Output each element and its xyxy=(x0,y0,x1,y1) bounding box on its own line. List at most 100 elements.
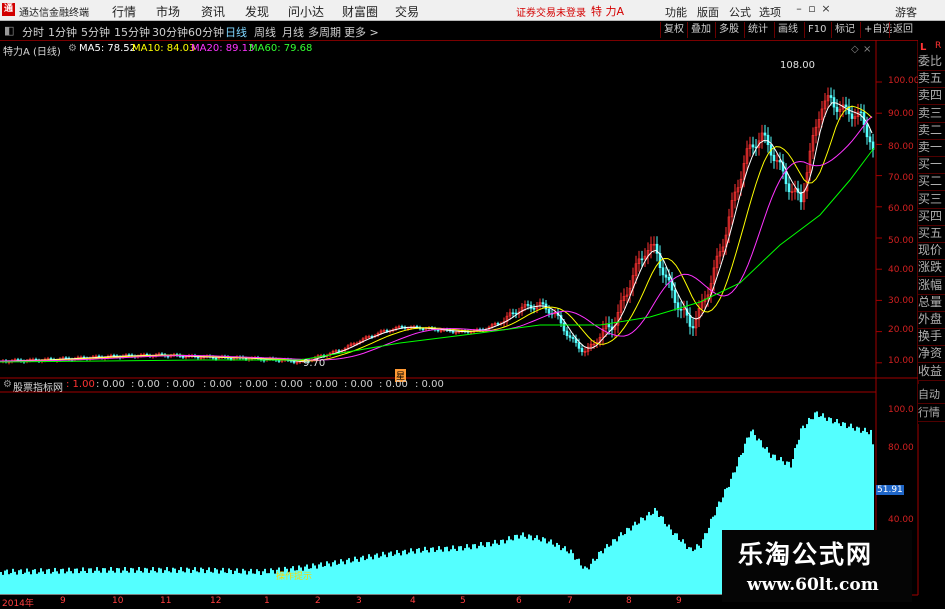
indicator-bar xyxy=(650,515,652,595)
login-status[interactable]: 证券交易未登录 xyxy=(516,4,586,19)
candle-body xyxy=(214,357,218,360)
indicator-bar xyxy=(362,555,364,595)
huaxian-button[interactable]: 画线 xyxy=(774,22,801,38)
sidebar-item-17[interactable]: 净资 xyxy=(918,345,945,364)
menu-zixun[interactable]: 资讯 xyxy=(201,3,225,20)
indicator-bar xyxy=(434,551,436,595)
minimize-icon[interactable]: – xyxy=(793,2,805,16)
tongji-button[interactable]: 统计 xyxy=(744,22,771,38)
indicator-bar xyxy=(538,539,540,595)
back-button[interactable]: 返回 xyxy=(889,22,916,38)
sidebar-item-1[interactable]: 卖五 xyxy=(918,70,945,89)
indicator-bar xyxy=(366,558,368,595)
tab-weekly[interactable]: 周线 xyxy=(254,24,276,40)
sidebar-item-4[interactable]: 卖二 xyxy=(918,122,945,140)
sidebar-item-12[interactable]: 涨跌 xyxy=(918,259,945,278)
sidebar-item-14[interactable]: 总量 xyxy=(918,294,945,312)
sidebar-item-11[interactable]: 现价 xyxy=(918,242,945,261)
indicator-bar xyxy=(172,567,174,595)
indicator-bar xyxy=(602,553,604,595)
y-tick: 30.00 xyxy=(888,296,914,306)
indicator-bar xyxy=(336,564,338,595)
menu-wenxiaoda[interactable]: 问小达 xyxy=(288,3,324,20)
indicator-value: : 0.00 xyxy=(274,379,303,390)
user-label[interactable]: 游客 xyxy=(895,4,917,20)
indicator-bar xyxy=(236,568,238,595)
indicator-bar xyxy=(504,543,506,595)
sidebar-item-5[interactable]: 卖一 xyxy=(918,139,945,157)
menu-jiaoyi[interactable]: 交易 xyxy=(395,3,419,20)
diamond-icon[interactable]: ◇ xyxy=(851,44,859,55)
diejia-button[interactable]: 叠加 xyxy=(687,22,714,38)
indicator-name[interactable]: 股票指标网 xyxy=(13,379,63,394)
menu-faxian[interactable]: 发现 xyxy=(245,3,269,20)
indicator-bar xyxy=(182,571,184,595)
indicator-bar xyxy=(576,559,578,595)
menu-gongshi[interactable]: 公式 xyxy=(729,4,751,20)
menu-caifuquan[interactable]: 财富圈 xyxy=(342,3,378,20)
sidebar-item-10[interactable]: 买五 xyxy=(918,225,945,243)
indicator-bar xyxy=(88,568,90,595)
sidebar-item-hangqing[interactable]: 行情 xyxy=(918,404,945,422)
tab-5min[interactable]: 5分钟 xyxy=(81,24,110,40)
duogu-button[interactable]: 多股 xyxy=(715,22,742,38)
indicator-bar xyxy=(396,550,398,595)
fuquan-button[interactable]: 复权 xyxy=(660,22,687,38)
date-tick: 9 xyxy=(676,596,682,606)
sidebar-item-3[interactable]: 卖三 xyxy=(918,105,945,123)
app-window: 通 通达信金融终端 行情 市场 资讯 发现 问小达 财富圈 交易 证券交易未登录… xyxy=(0,0,945,609)
close-icon[interactable]: × xyxy=(820,2,832,16)
indicator-bar xyxy=(122,570,124,595)
tab-daily[interactable]: 日线 xyxy=(225,24,247,40)
tab-60min[interactable]: 60分钟 xyxy=(188,24,224,40)
indicator-header: ⚙ 股票指标网 : 1.00: 0.00: 0.00: 0.00: 0.00: … xyxy=(0,379,876,394)
menu-gongneng[interactable]: 功能 xyxy=(665,4,687,20)
indicator-bar xyxy=(512,540,514,595)
biaoji-button[interactable]: 标记 xyxy=(831,22,858,38)
sidebar-item-16[interactable]: 换手 xyxy=(918,328,945,347)
indicator-bar xyxy=(252,573,254,595)
indicator-value: : 0.00 xyxy=(309,379,338,390)
indicator-bar xyxy=(216,569,218,595)
indicator-bar xyxy=(658,516,660,595)
tab-monthly[interactable]: 月线 xyxy=(282,24,304,40)
indicator-bar xyxy=(312,563,314,595)
f10-button[interactable]: F10 xyxy=(804,22,829,38)
indicator-bar xyxy=(136,570,138,595)
sidebar-item-13[interactable]: 涨幅 xyxy=(918,277,945,295)
indicator-bar xyxy=(660,515,662,595)
indicator-bar xyxy=(392,555,394,595)
toggle-panel-icon[interactable]: ◧ xyxy=(4,24,14,37)
date-tick: 10 xyxy=(112,596,124,606)
sidebar-item-18[interactable]: 收益 xyxy=(918,363,945,381)
sidebar-item-9[interactable]: 买四 xyxy=(918,208,945,226)
y-tick: 90.00 xyxy=(888,109,914,119)
restore-icon[interactable]: ▫ xyxy=(806,2,818,16)
tab-30min[interactable]: 30分钟 xyxy=(152,24,188,40)
sidebar-item-auto[interactable]: 自动 xyxy=(918,386,945,404)
app-title: 通达信金融终端 xyxy=(19,8,89,19)
settings-icon[interactable]: ⚙ xyxy=(3,379,12,390)
tab-multi-period[interactable]: 多周期 xyxy=(308,24,341,40)
tab-15min[interactable]: 15分钟 xyxy=(114,24,150,40)
tab-more[interactable]: 更多 > xyxy=(344,24,379,40)
indicator-bar xyxy=(646,515,648,595)
menu-shichang[interactable]: 市场 xyxy=(156,3,180,20)
indicator-bar xyxy=(558,544,560,595)
sidebar-item-2[interactable]: 卖四 xyxy=(918,87,945,106)
sidebar-item-7[interactable]: 买二 xyxy=(918,173,945,192)
sidebar-item-6[interactable]: 买一 xyxy=(918,156,945,175)
menu-hangqing[interactable]: 行情 xyxy=(112,3,136,20)
indicator-bar xyxy=(206,570,208,595)
tab-1min[interactable]: 1分钟 xyxy=(48,24,77,40)
tab-fenshi[interactable]: 分时 xyxy=(22,24,44,40)
kline-chart[interactable] xyxy=(0,40,945,609)
indicator-bar xyxy=(102,568,104,595)
close-chart-icon[interactable]: × xyxy=(863,44,871,55)
sidebar-item-15[interactable]: 外盘 xyxy=(918,311,945,329)
sidebar-item-8[interactable]: 买三 xyxy=(918,191,945,209)
menu-banmian[interactable]: 版面 xyxy=(697,4,719,20)
menu-xuanxiang[interactable]: 选项 xyxy=(759,4,781,20)
settings-icon[interactable]: ⚙ xyxy=(68,43,77,54)
sidebar-item-0[interactable]: 委比 xyxy=(918,53,945,71)
